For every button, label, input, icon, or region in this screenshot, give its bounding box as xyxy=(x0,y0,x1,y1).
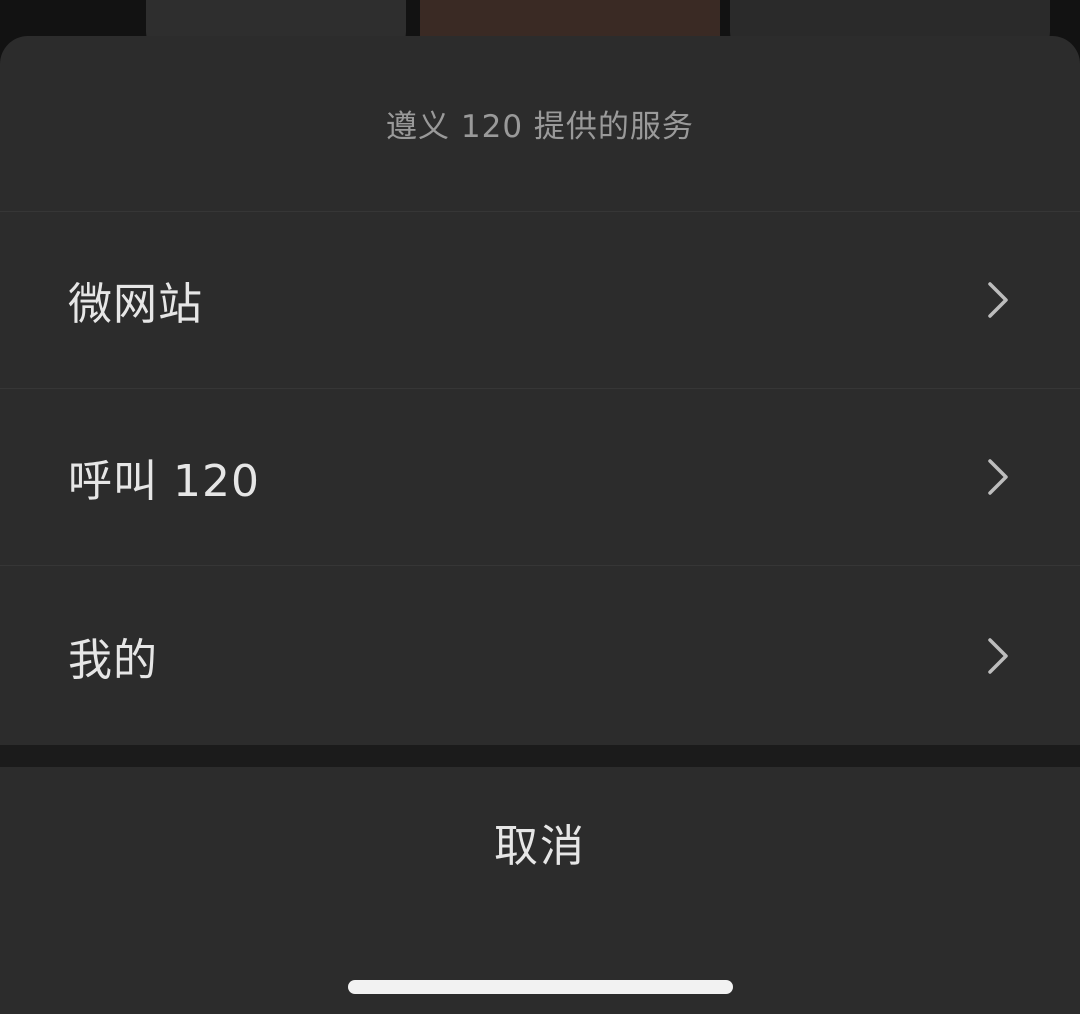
cancel-label: 取消 xyxy=(494,821,586,872)
action-sheet-header: 遵义 120 提供的服务 xyxy=(0,36,1080,212)
option-label: 我的 xyxy=(68,634,158,686)
option-label: 呼叫 120 xyxy=(68,456,260,507)
chevron-right-icon xyxy=(986,457,1010,497)
option-call-120[interactable]: 呼叫 120 xyxy=(0,389,1080,566)
chevron-right-icon xyxy=(986,280,1010,320)
option-micro-website[interactable]: 微网站 xyxy=(0,212,1080,389)
cancel-button[interactable]: 取消 xyxy=(0,767,1080,917)
option-mine[interactable]: 我的 xyxy=(0,566,1080,745)
chevron-right-icon xyxy=(986,636,1010,676)
option-label: 微网站 xyxy=(68,279,203,330)
action-sheet: 遵义 120 提供的服务 微网站 呼叫 120 我的 取消 xyxy=(0,36,1080,1014)
action-sheet-title: 遵义 120 提供的服务 xyxy=(386,109,694,145)
section-divider xyxy=(0,745,1080,767)
home-indicator[interactable] xyxy=(348,980,733,994)
